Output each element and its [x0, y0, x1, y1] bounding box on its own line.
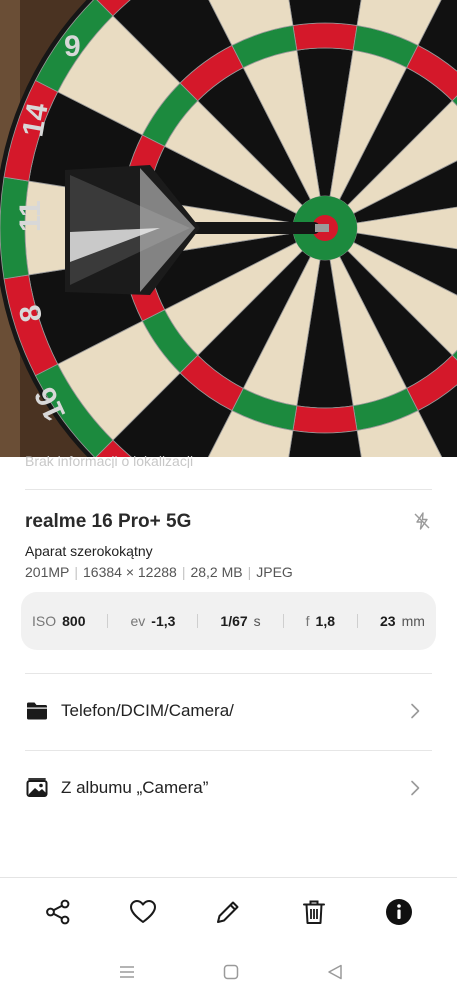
bottom-toolbar: [0, 877, 457, 948]
camera-name: Aparat szerokokątny: [25, 543, 153, 559]
pencil-icon[interactable]: [214, 898, 242, 926]
album-icon: [26, 778, 48, 797]
board-segment: [292, 22, 358, 51]
location-text: Brak informacji o lokalizacji: [25, 454, 194, 468]
chevron-right-icon: [411, 703, 420, 719]
exif-focal-length: 23 mm: [380, 613, 425, 629]
resolution: 16384 × 12288: [83, 564, 177, 580]
focal-value: 23: [380, 613, 396, 629]
share-icon[interactable]: [44, 898, 72, 926]
dartboard-photo: 9 14 11 8 16: [0, 0, 457, 457]
file-meta: 201MP | 16384 × 12288 | 28,2 MB | JPEG: [25, 564, 293, 580]
photo-details-panel: Brak informacji o lokalizacji realme 16 …: [0, 454, 457, 877]
exif-panel: ISO 800 ev -1,3 1/67 s f 1,8 23 mm: [21, 592, 436, 650]
exif-aperture: f 1,8: [306, 613, 335, 629]
file-size: 28,2 MB: [190, 564, 243, 580]
divider: [197, 614, 199, 628]
ev-label: ev: [130, 613, 146, 629]
file-path: Telefon/DCIM/Camera/: [61, 701, 234, 720]
svg-text:11: 11: [14, 200, 47, 232]
file-format: JPEG: [256, 564, 293, 580]
ev-value: -1,3: [151, 613, 176, 629]
divider: [107, 614, 109, 628]
svg-text:14: 14: [16, 100, 54, 139]
shutter-value: 1/67: [220, 613, 248, 629]
info-icon[interactable]: [385, 898, 413, 926]
iso-label: ISO: [32, 613, 57, 629]
aperture-value: 1,8: [315, 613, 336, 629]
heart-icon[interactable]: [129, 898, 157, 926]
iso-value: 800: [62, 613, 86, 629]
focal-unit: mm: [401, 613, 425, 629]
album-name: Z albumu „Camera”: [61, 778, 209, 797]
recent-apps-icon[interactable]: [118, 963, 136, 981]
back-icon[interactable]: [326, 963, 344, 981]
aperture-label: f: [305, 613, 310, 629]
flash-off-icon: [414, 512, 430, 530]
exif-shutter: 1/67 s: [220, 613, 260, 629]
chevron-right-icon: [411, 780, 420, 796]
device-name: realme 16 Pro+ 5G: [25, 511, 192, 532]
exif-iso: ISO 800: [32, 613, 85, 629]
board-segment: [292, 405, 358, 434]
trash-icon[interactable]: [300, 898, 328, 926]
exif-ev: ev -1,3: [130, 613, 175, 629]
system-navigation-bar: [0, 947, 457, 1000]
shutter-unit: s: [253, 613, 261, 629]
divider: [25, 673, 432, 674]
divider: [357, 614, 359, 628]
file-path-row[interactable]: Telefon/DCIM/Camera/: [0, 681, 457, 741]
svg-text:9: 9: [64, 30, 81, 63]
divider: [25, 489, 432, 490]
home-icon[interactable]: [222, 963, 240, 981]
divider: [282, 614, 284, 628]
divider: [25, 750, 432, 751]
megapixels: 201MP: [25, 564, 70, 580]
photo-preview[interactable]: 9 14 11 8 16: [0, 0, 457, 457]
album-row[interactable]: Z albumu „Camera”: [0, 758, 457, 818]
folder-icon: [27, 702, 47, 720]
